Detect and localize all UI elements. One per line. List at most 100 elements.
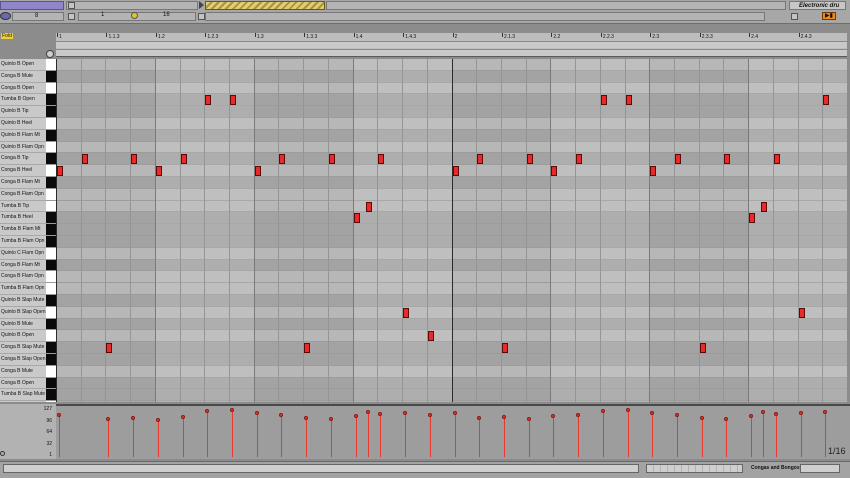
velocity-handle[interactable] xyxy=(365,410,370,415)
scroll-overview[interactable] xyxy=(205,12,765,21)
velocity-handle[interactable] xyxy=(378,411,383,416)
drum-row-name[interactable]: Quinto B Tip xyxy=(0,106,46,118)
midi-note[interactable] xyxy=(155,166,162,177)
velocity-handle[interactable] xyxy=(773,411,778,416)
midi-note[interactable] xyxy=(365,201,372,212)
drum-row-name[interactable]: Quinto B Flam Opn xyxy=(0,142,46,154)
black-key[interactable] xyxy=(46,106,56,118)
drum-row-name[interactable]: Tumba B Tip xyxy=(0,201,46,213)
velocity-stem[interactable] xyxy=(825,411,827,457)
white-key[interactable] xyxy=(46,247,56,260)
white-key[interactable] xyxy=(46,271,56,284)
velocity-handle[interactable] xyxy=(279,413,284,418)
velocity-handle[interactable] xyxy=(254,411,259,416)
velocity-stem[interactable] xyxy=(503,416,505,457)
velocity-handle[interactable] xyxy=(106,417,111,422)
velocity-handle[interactable] xyxy=(761,410,766,415)
drum-row-name[interactable]: Quinto B Slap Mute xyxy=(0,295,46,307)
drum-row-name[interactable]: Conga B Mute xyxy=(0,366,46,378)
velocity-handle[interactable] xyxy=(699,415,704,420)
midi-note[interactable] xyxy=(477,154,484,165)
white-key[interactable] xyxy=(46,200,56,213)
drum-row-name[interactable]: Conga B Open xyxy=(0,378,46,390)
midi-note[interactable] xyxy=(761,201,768,212)
fold-toggle[interactable] xyxy=(68,13,75,20)
left-number-field[interactable]: 8 xyxy=(12,12,64,21)
drum-row-name[interactable]: Conga B Flam Mt xyxy=(0,260,46,272)
velocity-stem[interactable] xyxy=(528,419,530,457)
time-ruler[interactable]: 1 1.1.3 1.2 1.2.3 1.3 1.3.3 1.4 1.4.3 2 2.1.3 2.2 2… xyxy=(56,33,847,57)
black-key[interactable] xyxy=(46,129,56,142)
velocity-stem[interactable] xyxy=(367,412,369,457)
drum-row-name[interactable]: Quinto B Heel xyxy=(0,118,46,130)
drum-row-name[interactable]: Conga B Open xyxy=(0,83,46,95)
white-key[interactable] xyxy=(46,59,56,71)
midi-note[interactable] xyxy=(180,154,187,165)
loop-brace[interactable] xyxy=(205,1,325,10)
velocity-handle[interactable] xyxy=(749,414,754,419)
play-icon[interactable] xyxy=(199,1,204,9)
midi-note[interactable] xyxy=(501,343,508,354)
velocity-stem[interactable] xyxy=(479,418,481,457)
midi-note[interactable] xyxy=(328,154,335,165)
midi-note[interactable] xyxy=(798,307,805,318)
follow-toggle[interactable] xyxy=(198,13,205,20)
velocity-stem[interactable] xyxy=(726,419,728,457)
drum-row-name[interactable]: Tumba B Flam Opn xyxy=(0,236,46,248)
drum-row-name[interactable]: Tumba B Heel xyxy=(0,212,46,225)
midi-note[interactable] xyxy=(576,154,583,165)
midi-note[interactable] xyxy=(254,166,261,177)
velocity-handle[interactable] xyxy=(403,411,408,416)
drum-row-name[interactable]: Quinto B Slap Open xyxy=(0,307,46,319)
white-key[interactable] xyxy=(46,306,56,319)
velocity-stem[interactable] xyxy=(429,415,431,457)
drum-row-name[interactable]: Conga B Flam Mt xyxy=(0,177,46,189)
velocity-stem[interactable] xyxy=(763,412,765,457)
velocity-stem[interactable] xyxy=(281,415,283,457)
velocity-stem[interactable] xyxy=(306,417,308,457)
clip-color-swatch[interactable] xyxy=(0,1,64,10)
drum-row-name[interactable]: Conga B Flam Opn xyxy=(0,271,46,284)
midi-note[interactable] xyxy=(205,95,212,106)
black-key[interactable] xyxy=(46,153,56,166)
velocity-handle[interactable] xyxy=(230,408,235,413)
velocity-stem[interactable] xyxy=(330,419,332,457)
midi-note[interactable] xyxy=(749,213,756,224)
velocity-handle[interactable] xyxy=(477,416,482,421)
black-key[interactable] xyxy=(46,295,56,307)
velocity-stem[interactable] xyxy=(751,416,753,457)
fold-button[interactable]: Fold xyxy=(1,33,13,39)
velocity-handle[interactable] xyxy=(823,409,828,414)
drum-row-name[interactable]: Quinto B Open xyxy=(0,330,46,343)
edit-toggle[interactable] xyxy=(791,13,798,20)
black-key[interactable] xyxy=(46,389,56,402)
drum-row-name[interactable]: Tumba B Flam Opn xyxy=(0,283,46,295)
velocity-handle[interactable] xyxy=(155,417,160,422)
velocity-stem[interactable] xyxy=(652,413,654,457)
white-key[interactable] xyxy=(46,141,56,154)
white-key[interactable] xyxy=(46,82,56,95)
velocity-stem[interactable] xyxy=(701,417,703,457)
piano-keys[interactable] xyxy=(46,59,56,402)
velocity-handle[interactable] xyxy=(674,413,679,418)
velocity-handle[interactable] xyxy=(328,417,333,422)
midi-note[interactable] xyxy=(551,166,558,177)
midi-note[interactable] xyxy=(279,154,286,165)
midi-note[interactable] xyxy=(304,343,311,354)
white-key[interactable] xyxy=(46,330,56,343)
midi-note[interactable] xyxy=(106,343,113,354)
velocity-stem[interactable] xyxy=(676,415,678,457)
velocity-handle[interactable] xyxy=(551,414,556,419)
velocity-handle[interactable] xyxy=(131,415,136,420)
velocity-stem[interactable] xyxy=(578,414,580,457)
velocity-stem[interactable] xyxy=(454,412,456,457)
drum-row-name[interactable]: Tumba B Flam Mt xyxy=(0,224,46,236)
velocity-handle[interactable] xyxy=(650,411,655,416)
velocity-stem[interactable] xyxy=(627,410,629,457)
drum-row-name[interactable]: Quinto C Flam Opn xyxy=(0,248,46,260)
midi-note[interactable] xyxy=(823,95,830,106)
drum-row-name[interactable]: Quinto B Mute xyxy=(0,319,46,331)
black-key[interactable] xyxy=(46,224,56,236)
white-key[interactable] xyxy=(46,188,56,201)
midi-note[interactable] xyxy=(353,213,360,224)
